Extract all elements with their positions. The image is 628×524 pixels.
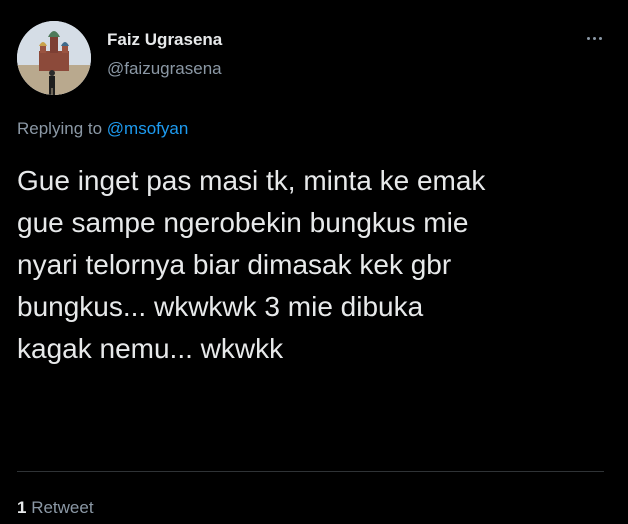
replying-to-line: Replying to @msofyan: [17, 119, 188, 139]
avatar[interactable]: [17, 21, 91, 95]
more-horizontal-icon: [586, 36, 590, 40]
avatar-image: [17, 21, 91, 95]
tweet-card: Faiz Ugrasena @faizugrasena Replying to …: [0, 0, 628, 524]
author-display-name[interactable]: Faiz Ugrasena: [107, 30, 222, 50]
retweet-count: 1: [17, 498, 27, 517]
more-horizontal-icon-dot: [598, 36, 602, 40]
retweet-label: Retweet: [31, 498, 94, 517]
divider: [17, 471, 604, 472]
tweet-text: Gue inget pas masi tk, minta ke emak gue…: [17, 165, 486, 364]
retweets-stat-link[interactable]: 1 Retweet: [17, 498, 94, 518]
reply-mention-link[interactable]: @msofyan: [107, 119, 189, 138]
more-options-button[interactable]: [576, 28, 612, 48]
more-horizontal-icon-dot: [592, 36, 596, 40]
author-handle[interactable]: @faizugrasena: [107, 59, 222, 79]
replying-to-label: Replying to: [17, 119, 103, 138]
